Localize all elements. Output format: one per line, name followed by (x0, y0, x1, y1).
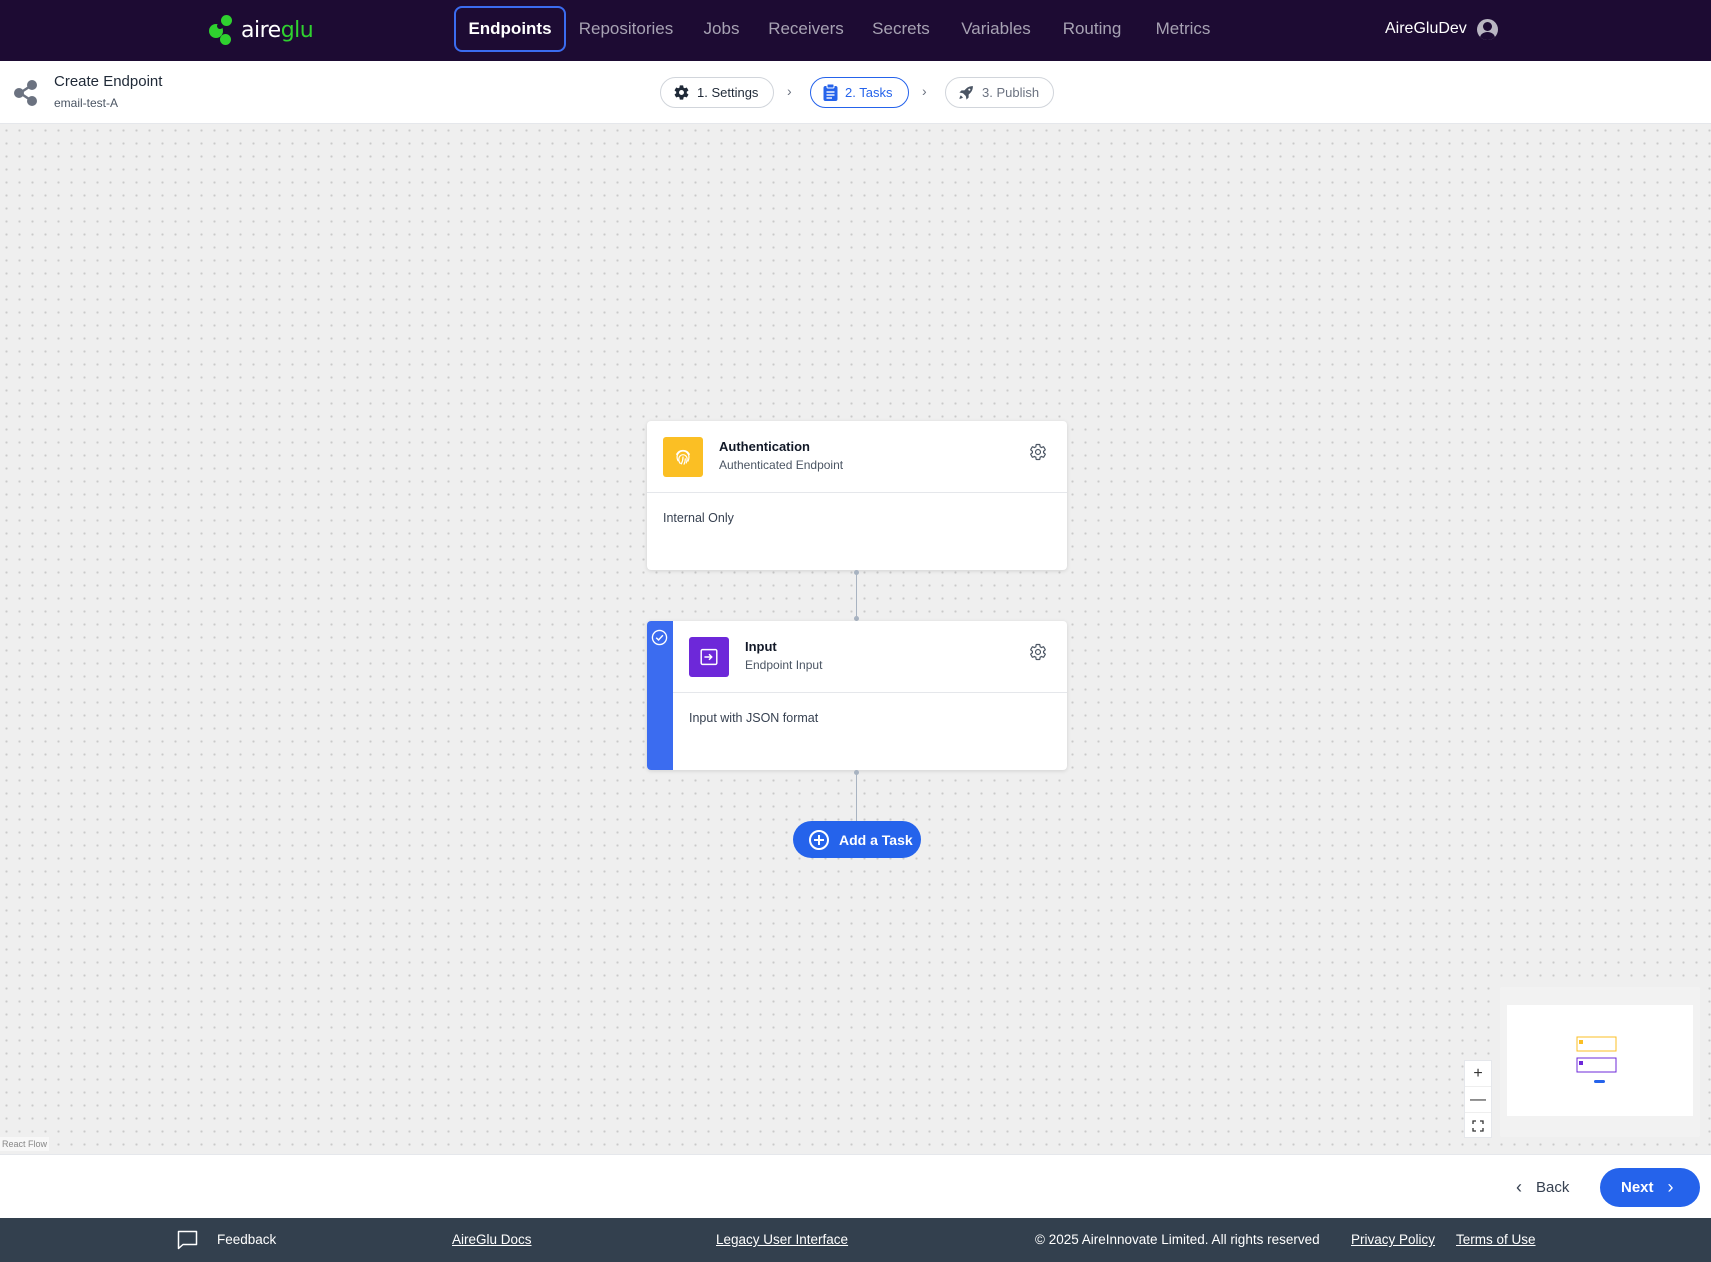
node-settings-gear-icon[interactable] (1029, 443, 1047, 461)
react-flow-attribution[interactable]: React Flow (0, 1137, 50, 1151)
aireglu-logo[interactable]: aireglu (209, 13, 314, 47)
nav-repositories[interactable]: Repositories (573, 6, 679, 52)
chevron-right-icon: › (922, 83, 927, 99)
back-label: Back (1536, 1178, 1570, 1196)
feedback-link[interactable]: Feedback (217, 1232, 276, 1247)
node-header: Input Endpoint Input (673, 621, 1067, 693)
node-header: Authentication Authenticated Endpoint (647, 421, 1067, 493)
nav-jobs[interactable]: Jobs (698, 6, 745, 52)
share-icon (14, 80, 37, 106)
wizard-action-bar: ‹ Back Next › (0, 1154, 1711, 1218)
nav-metrics[interactable]: Metrics (1148, 6, 1218, 52)
step-settings[interactable]: 1. Settings (660, 77, 774, 108)
add-task-button[interactable]: Add a Task (793, 821, 921, 858)
add-task-label: Add a Task (839, 831, 913, 848)
step-tasks-label: 2. Tasks (845, 85, 893, 100)
node-description: Internal Only (663, 511, 734, 525)
legacy-ui-link[interactable]: Legacy User Interface (716, 1232, 848, 1247)
zoom-out-button[interactable]: — (1465, 1087, 1491, 1113)
step-publish[interactable]: 3. Publish (945, 77, 1054, 108)
top-navigation: aireglu Endpoints Repositories Jobs Rece… (0, 0, 1711, 61)
fullscreen-icon (1472, 1120, 1484, 1132)
flow-edge (856, 572, 857, 618)
logo-text: aireglu (241, 17, 314, 43)
node-title: Input (745, 639, 777, 654)
nav-routing[interactable]: Routing (1057, 6, 1127, 52)
page-title: Create Endpoint (54, 73, 163, 90)
nav-endpoints[interactable]: Endpoints (454, 6, 566, 52)
node-description: Input with JSON format (689, 711, 819, 725)
chevron-left-icon: ‹ (1516, 1176, 1522, 1197)
chevron-right-icon: › (1667, 1177, 1674, 1197)
minimap-nodes (1576, 1036, 1617, 1083)
flow-controls: + — (1464, 1060, 1492, 1138)
flow-minimap[interactable] (1500, 987, 1700, 1137)
task-node-authentication[interactable]: Authentication Authenticated Endpoint In… (647, 421, 1067, 570)
gear-icon (674, 85, 689, 100)
next-label: Next (1621, 1179, 1654, 1196)
minimap-viewport (1507, 1005, 1693, 1116)
user-menu[interactable]: AireGluDev (1385, 14, 1498, 44)
chevron-right-icon: › (787, 83, 792, 99)
step-settings-label: 1. Settings (697, 85, 759, 100)
next-button[interactable]: Next › (1600, 1168, 1700, 1207)
nav-receivers[interactable]: Receivers (765, 6, 847, 52)
endpoint-name: email-test-A (54, 96, 119, 110)
step-tasks[interactable]: 2. Tasks (810, 77, 909, 108)
user-name: AireGluDev (1385, 20, 1467, 37)
back-button[interactable]: ‹ Back (1516, 1175, 1569, 1199)
node-settings-gear-icon[interactable] (1029, 643, 1047, 661)
step-publish-label: 3. Publish (982, 85, 1040, 100)
feedback-icon[interactable] (177, 1230, 198, 1250)
nav-variables[interactable]: Variables (955, 6, 1037, 52)
rocket-icon (959, 86, 973, 100)
node-subtitle: Authenticated Endpoint (719, 458, 844, 472)
flow-edge (856, 772, 857, 821)
zoom-in-button[interactable]: + (1465, 1061, 1491, 1087)
check-circle-icon (651, 629, 668, 646)
nav-secrets[interactable]: Secrets (866, 6, 936, 52)
privacy-policy-link[interactable]: Privacy Policy (1351, 1232, 1435, 1247)
user-avatar-icon (1476, 18, 1498, 40)
input-icon (689, 637, 729, 677)
node-subtitle: Endpoint Input (745, 658, 823, 672)
node-title: Authentication (719, 439, 810, 454)
docs-link[interactable]: AireGlu Docs (452, 1232, 532, 1247)
fingerprint-icon (663, 437, 703, 477)
footer: Feedback AireGlu Docs Legacy User Interf… (0, 1218, 1711, 1262)
copyright-text: © 2025 AireInnovate Limited. All rights … (1035, 1232, 1320, 1247)
plus-circle-icon (809, 829, 829, 850)
terms-of-use-link[interactable]: Terms of Use (1456, 1232, 1536, 1247)
selected-indicator (647, 621, 673, 770)
clipboard-icon (823, 84, 838, 101)
logo-molecule-icon (209, 15, 239, 45)
page-header: Create Endpoint email-test-A 1. Settings… (0, 61, 1711, 124)
fit-view-button[interactable] (1465, 1113, 1491, 1139)
task-node-input[interactable]: Input Endpoint Input Input with JSON for… (647, 621, 1067, 770)
